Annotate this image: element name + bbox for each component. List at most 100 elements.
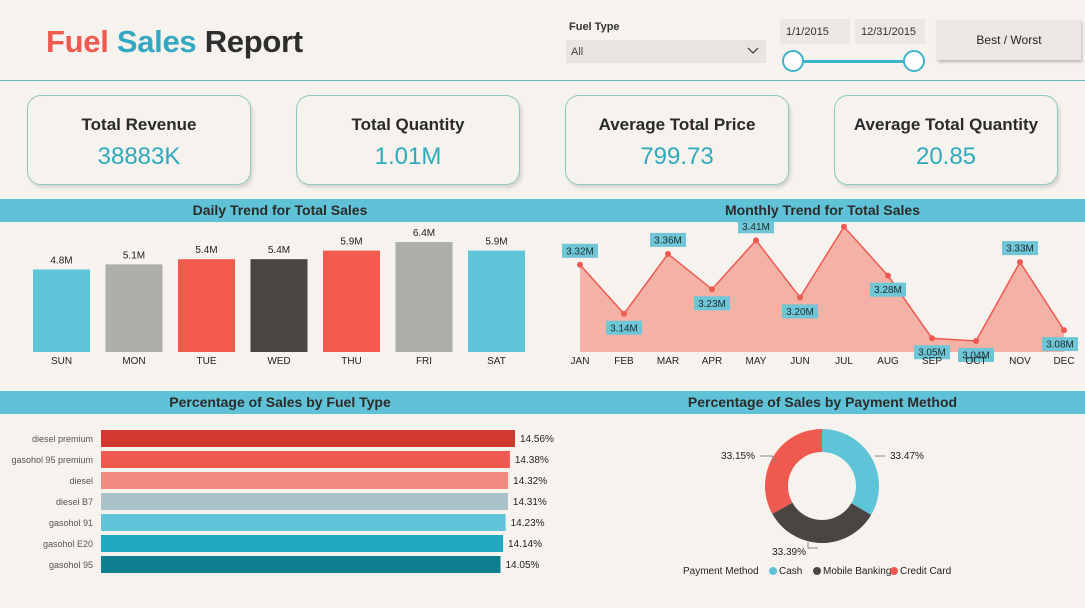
best-worst-button[interactable]: Best / Worst — [937, 20, 1081, 60]
daily-x-tick: SAT — [487, 356, 506, 367]
daily-bar-label: 5.1M — [123, 250, 145, 261]
fuel-type-bar — [101, 514, 506, 531]
legend-label: Credit Card — [900, 566, 951, 577]
daily-bar-label: 5.4M — [268, 245, 290, 256]
monthly-point-jul — [841, 223, 847, 230]
monthly-point-jun — [797, 294, 803, 301]
fuel-type-bar — [101, 493, 508, 510]
daily-bar-tue — [178, 259, 235, 352]
daily-bar-label: 5.4M — [195, 245, 217, 256]
donut-label-credit-card: 33.15% — [721, 451, 755, 462]
fuel-type-dropdown[interactable]: All — [566, 40, 766, 63]
monthly-trend-chart: 3.32M JAN 3.14M FEB 3.36M MAR 3.23M APR 3.41M MAY… — [562, 222, 1078, 367]
monthly-data-label: 3.41M — [742, 222, 770, 233]
fuel-type-value-label: 14.32% — [513, 476, 547, 487]
monthly-data-label: 3.08M — [1046, 340, 1074, 351]
monthly-data-label: 3.23M — [698, 299, 726, 310]
page-title: Fuel Sales Report — [46, 24, 303, 60]
fuel-type-category-label: gasohol 95 — [49, 560, 93, 570]
legend-label: Cash — [779, 566, 802, 577]
date-range-start-handle[interactable] — [782, 50, 804, 72]
daily-trend-chart: 4.8M SUN 5.1M MON 5.4M TUE 5.4M WED 5.9M THU 6.4M F… — [33, 228, 525, 367]
donut-leader-line — [807, 542, 818, 549]
fuel-type-value-label: 14.31% — [513, 497, 547, 508]
monthly-data-label: 3.28M — [874, 285, 902, 296]
date-start-input[interactable]: 1/1/2015 — [780, 19, 850, 44]
date-range-slider-track[interactable] — [793, 60, 914, 63]
monthly-x-tick: JUL — [835, 356, 853, 367]
legend-marker-credit-card — [890, 567, 898, 575]
daily-bar-label: 4.8M — [50, 256, 72, 267]
monthly-x-tick: APR — [702, 356, 723, 367]
kpi-label: Average Total Price — [598, 115, 756, 134]
fuel-type-category-label: diesel B7 — [56, 497, 93, 507]
daily-bar-fri — [395, 242, 453, 352]
monthly-x-tick: NOV — [1009, 356, 1031, 367]
date-range-end-handle[interactable] — [903, 50, 925, 72]
monthly-data-label: 3.14M — [610, 323, 638, 334]
fuel-type-bar — [101, 430, 515, 447]
donut-label-mobile-banking: 33.39% — [772, 547, 806, 558]
legend-title: Payment Method — [683, 566, 759, 577]
legend-marker-cash — [769, 567, 777, 575]
kpi-value: 20.85 — [915, 143, 977, 170]
monthly-data-label: 3.33M — [1006, 244, 1034, 255]
kpi-label: Total Quantity — [351, 115, 465, 134]
monthly-point-dec — [1061, 327, 1067, 334]
donut-label-cash: 33.47% — [890, 451, 924, 462]
kpi-card-average-total-price: Average Total Price 799.73 — [565, 95, 789, 185]
daily-x-tick: THU — [341, 356, 362, 367]
monthly-x-tick: SEP — [922, 356, 942, 367]
title-word-fuel: Fuel — [46, 24, 109, 59]
monthly-x-tick: MAR — [657, 356, 679, 367]
monthly-point-feb — [621, 310, 627, 317]
fuel-type-value-label: 14.56% — [520, 434, 554, 445]
title-word-report: Report — [204, 24, 303, 59]
fuel-type-value-label: 14.38% — [515, 455, 549, 466]
kpi-label: Total Revenue — [81, 115, 197, 134]
monthly-point-oct — [973, 337, 979, 344]
monthly-x-tick: AUG — [877, 356, 899, 367]
monthly-x-tick: OCT — [965, 356, 986, 367]
daily-x-tick: FRI — [416, 356, 432, 367]
donut-slice-credit-card — [765, 429, 822, 514]
monthly-x-tick: MAY — [746, 356, 767, 367]
donut-slice-mobile-banking — [772, 502, 872, 543]
fuel-type-value-label: 14.14% — [508, 539, 542, 550]
legend-marker-mobile-banking — [813, 567, 821, 575]
title-word-sales: Sales — [116, 24, 197, 59]
payment-method-chart: 33.47% 33.39% 33.15% Payment Method Cash Mobi… — [683, 429, 951, 577]
monthly-data-label: 3.20M — [786, 307, 814, 318]
monthly-trend-header: Monthly Trend for Total Sales — [560, 199, 1085, 222]
payment-method-header: Percentage of Sales by Payment Method — [560, 391, 1085, 414]
daily-bar-label: 5.9M — [340, 237, 362, 248]
monthly-x-tick: DEC — [1053, 356, 1074, 367]
daily-bar-thu — [323, 250, 380, 352]
kpi-label: Average Total Quantity — [853, 115, 1039, 134]
header-divider — [0, 80, 1085, 81]
fuel-type-bar — [101, 556, 501, 573]
daily-bar-wed — [250, 259, 308, 352]
legend-label: Mobile Banking — [823, 566, 891, 577]
date-end-input[interactable]: 12/31/2015 — [855, 19, 925, 44]
fuel-type-value-label: 14.23% — [511, 518, 545, 529]
kpi-card-total-quantity: Total Quantity 1.01M — [296, 95, 520, 185]
fuel-type-selected-value: All — [571, 46, 584, 58]
fuel-type-chart: diesel premium 14.56% gasohol 95 premium 14… — [11, 430, 554, 573]
donut-slice-cash — [822, 429, 879, 515]
fuel-type-bar — [101, 472, 509, 489]
monthly-point-jan — [577, 261, 583, 268]
monthly-point-mar — [665, 250, 671, 257]
kpi-value: 38883K — [97, 143, 181, 170]
daily-x-tick: SUN — [51, 356, 72, 367]
fuel-type-bar — [101, 451, 510, 468]
fuel-type-value-label: 14.05% — [505, 560, 539, 571]
kpi-card-total-revenue: Total Revenue 38883K — [27, 95, 251, 185]
daily-x-tick: TUE — [197, 356, 217, 367]
kpi-card-average-total-quantity: Average Total Quantity 20.85 — [834, 95, 1058, 185]
fuel-type-bar — [101, 535, 504, 552]
daily-bar-sun — [33, 269, 90, 352]
fuel-type-category-label: gasohol 91 — [49, 518, 93, 528]
fuel-type-category-label: gasohol 95 premium — [11, 455, 93, 465]
monthly-x-tick: FEB — [614, 356, 634, 367]
